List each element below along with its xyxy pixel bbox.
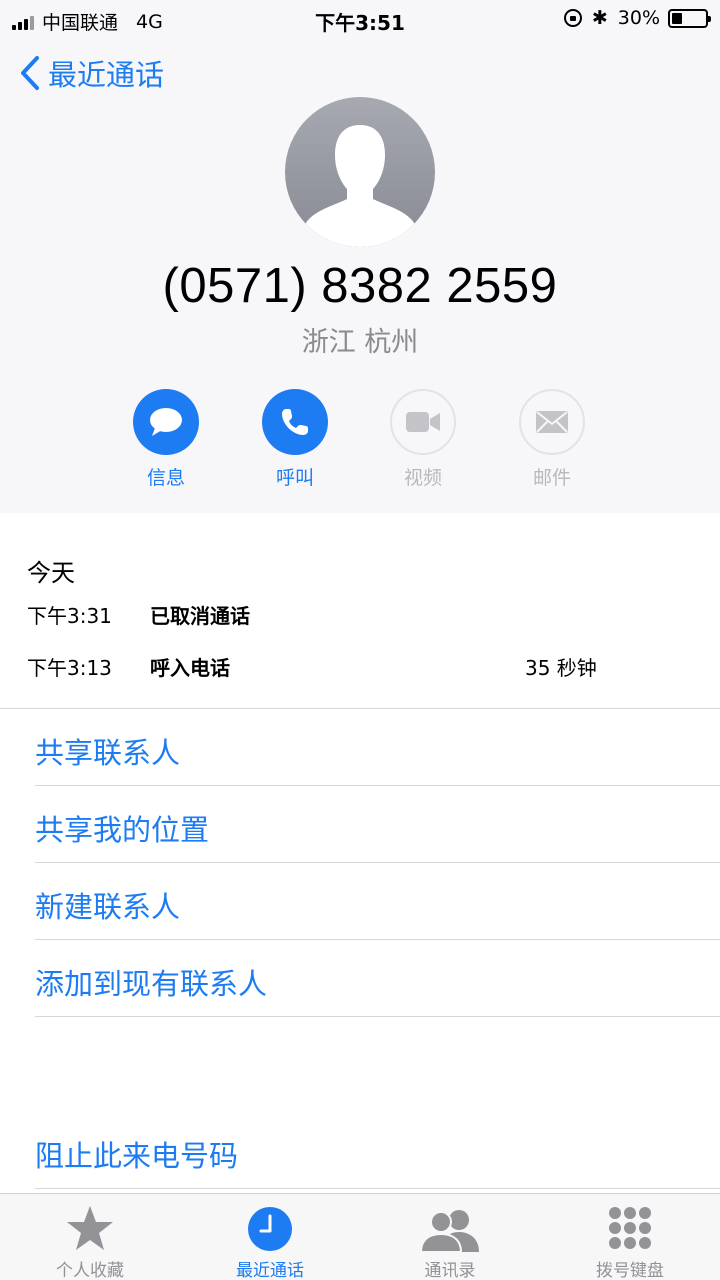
mail-action-label: 邮件 xyxy=(532,467,571,489)
call-history-row: 下午3:31 已取消通话 xyxy=(27,600,707,630)
block-caller-button[interactable]: 阻止此来电号码 xyxy=(35,1133,238,1175)
tab-recents-icon-wrap xyxy=(195,1194,345,1252)
tab-contacts[interactable]: 通讯录 xyxy=(375,1194,525,1280)
call-type: 呼入电话 xyxy=(150,656,230,680)
orientation-lock-icon xyxy=(563,9,582,27)
status-right: ✱ 30% xyxy=(563,7,711,29)
mail-action-circle[interactable] xyxy=(519,389,585,455)
call-action-label: 呼叫 xyxy=(275,467,314,489)
section-divider xyxy=(0,708,720,709)
contact-avatar xyxy=(285,97,435,247)
chevron-left-icon xyxy=(21,56,39,90)
video-camera-icon xyxy=(406,412,440,432)
bluetooth-icon: ✱ xyxy=(591,7,608,29)
share-contact-button[interactable]: 共享联系人 xyxy=(35,730,180,772)
add-to-existing-contact-button[interactable]: 添加到现有联系人 xyxy=(35,961,267,1003)
row-divider xyxy=(35,1188,720,1189)
tab-recents[interactable]: 最近通话 xyxy=(195,1194,345,1280)
row-divider xyxy=(35,939,720,940)
row-divider xyxy=(35,785,720,786)
contact-phone-number: (0571) 8382 2559 xyxy=(162,259,558,313)
tab-keypad-icon-wrap xyxy=(555,1194,705,1252)
history-day-label: 今天 xyxy=(27,559,75,587)
video-action-label: 视频 xyxy=(403,467,442,489)
clock-icon xyxy=(248,1207,292,1251)
message-action-label: 信息 xyxy=(146,467,185,489)
keypad-icon xyxy=(609,1207,651,1249)
mail-action[interactable]: 邮件 xyxy=(507,389,597,490)
phone-icon xyxy=(282,409,308,435)
tab-recents-label: 最近通话 xyxy=(236,1261,304,1280)
contacts-icon xyxy=(419,1210,479,1252)
battery-icon xyxy=(668,8,711,28)
tab-bar: 个人收藏 最近通话 通讯录 拨号键盘 xyxy=(0,1193,720,1280)
tab-favorites-label: 个人收藏 xyxy=(56,1261,124,1280)
person-silhouette-icon xyxy=(301,125,419,247)
row-divider xyxy=(35,1016,720,1017)
tab-keypad[interactable]: 拨号键盘 xyxy=(555,1194,705,1280)
message-action-circle[interactable] xyxy=(133,389,199,455)
call-duration: 35 秒钟 xyxy=(525,656,597,680)
envelope-icon xyxy=(536,411,568,433)
battery-fill xyxy=(672,12,682,24)
star-icon xyxy=(67,1206,113,1250)
video-action[interactable]: 视频 xyxy=(378,389,468,490)
create-contact-button[interactable]: 新建联系人 xyxy=(35,884,180,926)
status-bar: 中国联通 4G 下午3:51 ✱ 30% xyxy=(0,0,720,38)
message-bubble-icon xyxy=(150,408,182,436)
back-button[interactable]: 最近通话 xyxy=(20,52,164,94)
battery-percent: 30% xyxy=(617,7,660,29)
video-action-circle[interactable] xyxy=(390,389,456,455)
tab-favorites[interactable]: 个人收藏 xyxy=(15,1194,165,1280)
tab-contacts-label: 通讯录 xyxy=(424,1261,476,1280)
row-divider xyxy=(35,862,720,863)
call-type: 已取消通话 xyxy=(150,604,250,628)
call-history-row: 下午3:13 呼入电话 35 秒钟 xyxy=(27,652,707,682)
tab-contacts-icon-wrap xyxy=(375,1194,525,1252)
call-time: 下午3:13 xyxy=(27,656,112,680)
share-location-button[interactable]: 共享我的位置 xyxy=(35,807,209,849)
call-action[interactable]: 呼叫 xyxy=(250,389,340,490)
back-label: 最近通话 xyxy=(48,58,165,92)
contact-location: 浙江 杭州 xyxy=(301,327,419,358)
call-action-circle[interactable] xyxy=(262,389,328,455)
call-time: 下午3:31 xyxy=(27,604,112,628)
tab-favorites-icon-wrap xyxy=(15,1194,165,1252)
tab-keypad-label: 拨号键盘 xyxy=(596,1261,664,1280)
message-action[interactable]: 信息 xyxy=(121,389,211,490)
